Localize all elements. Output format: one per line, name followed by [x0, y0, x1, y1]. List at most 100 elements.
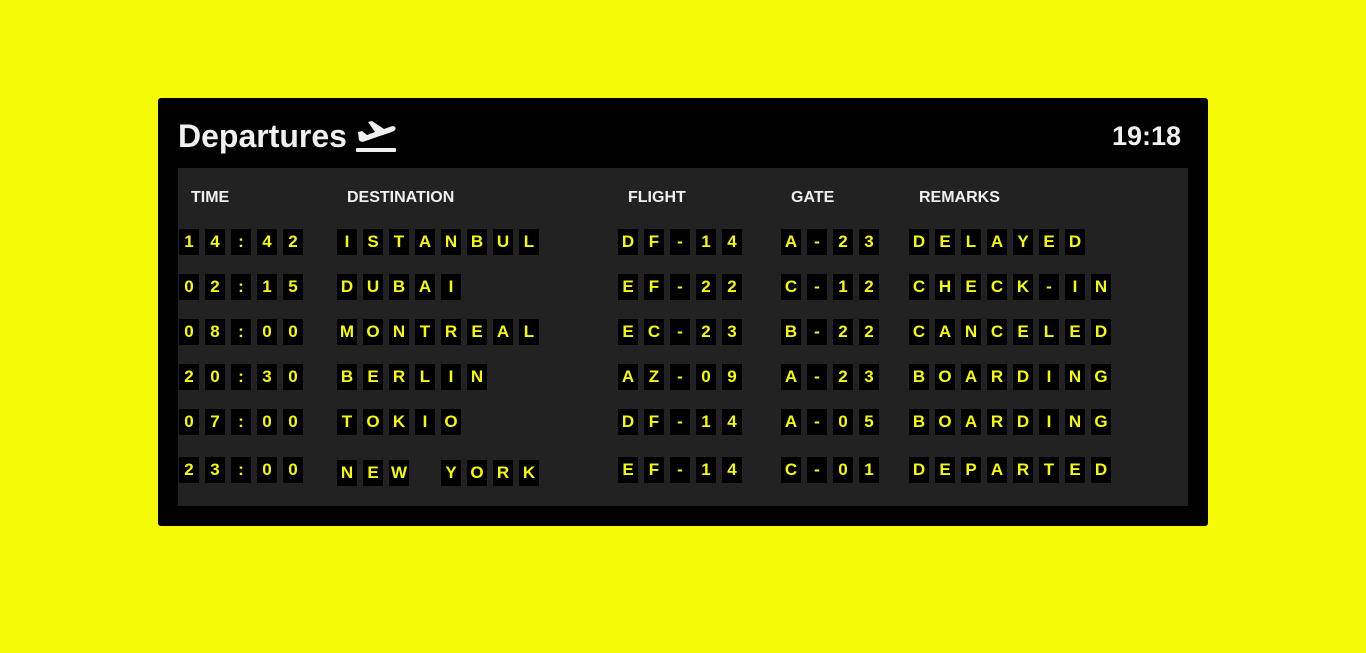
flap-character: -: [670, 409, 690, 435]
flap-character: -: [1039, 274, 1059, 300]
flap-character: I: [1039, 409, 1059, 435]
flap-character: I: [1065, 274, 1085, 300]
flap-character: F: [644, 274, 664, 300]
flap-character: E: [363, 460, 383, 486]
flap-character: T: [1039, 457, 1059, 483]
flap-character: B: [909, 364, 929, 390]
flap-character: E: [935, 229, 955, 255]
flap-character: 0: [179, 274, 199, 300]
flap-character: C: [781, 457, 801, 483]
flap-character: 4: [722, 409, 742, 435]
flap-character: U: [493, 229, 513, 255]
flap-character: 4: [257, 229, 277, 255]
flap-character: 2: [833, 319, 853, 345]
flap-character: 4: [722, 457, 742, 483]
flap-character: 4: [205, 229, 225, 255]
flap-character: A: [618, 364, 638, 390]
column-header-time: TIME: [191, 189, 230, 206]
flap-character: 3: [205, 457, 225, 483]
column-header-destination: DESTINATION: [347, 189, 455, 206]
flap-character: 3: [722, 319, 742, 345]
flap-character: 0: [179, 319, 199, 345]
flap-character: P: [961, 457, 981, 483]
flap-character: F: [644, 229, 664, 255]
flap-character: :: [231, 457, 251, 483]
flap-character: C: [781, 274, 801, 300]
flap-character: -: [807, 457, 827, 483]
flap-character: 2: [722, 274, 742, 300]
flap-character: T: [337, 409, 357, 435]
flap-character: Z: [644, 364, 664, 390]
flap-character: E: [1039, 229, 1059, 255]
flap-character: B: [467, 229, 487, 255]
flap-character: N: [441, 229, 461, 255]
flap-character: R: [441, 319, 461, 345]
flap-character: A: [935, 319, 955, 345]
flap-character: F: [644, 457, 664, 483]
flap-character: K: [1013, 274, 1033, 300]
flap-character: C: [909, 319, 929, 345]
flap-character: I: [415, 409, 435, 435]
flap-character: H: [935, 274, 955, 300]
flap-character: -: [670, 274, 690, 300]
flap-character: R: [1013, 457, 1033, 483]
flap-character: O: [467, 460, 487, 486]
flap-character: D: [618, 409, 638, 435]
flap-character: R: [987, 364, 1007, 390]
flap-character: E: [935, 457, 955, 483]
flap-character: L: [961, 229, 981, 255]
flap-character: 2: [179, 457, 199, 483]
flap-character: R: [389, 364, 409, 390]
flap-character: :: [231, 229, 251, 255]
flap-character: N: [961, 319, 981, 345]
flap-character: N: [337, 460, 357, 486]
flap-character: 0: [833, 409, 853, 435]
flap-character: 5: [859, 409, 879, 435]
flap-character: E: [1065, 319, 1085, 345]
flap-character: T: [415, 319, 435, 345]
departures-board: Departures 19:18 TIME DESTINATION FLIGHT…: [158, 98, 1208, 526]
flap-character: E: [1065, 457, 1085, 483]
flap-character: O: [935, 409, 955, 435]
flap-character: -: [807, 409, 827, 435]
flap-character: A: [987, 457, 1007, 483]
flap-character: D: [1013, 409, 1033, 435]
flap-character: A: [961, 409, 981, 435]
flap-character: A: [781, 229, 801, 255]
column-header-flight: FLIGHT: [628, 189, 686, 206]
flap-character: 4: [722, 229, 742, 255]
flap-character: A: [781, 409, 801, 435]
flap-character: :: [231, 319, 251, 345]
flap-character: -: [807, 274, 827, 300]
flap-character: 2: [833, 229, 853, 255]
column-header-gate: GATE: [791, 189, 835, 206]
flap-character: D: [618, 229, 638, 255]
flap-character: S: [363, 229, 383, 255]
flap-character: 3: [859, 364, 879, 390]
flap-character: 8: [205, 319, 225, 345]
flap-character: -: [670, 229, 690, 255]
flap-character: B: [389, 274, 409, 300]
flap-character: 5: [283, 274, 303, 300]
flap-character: O: [363, 409, 383, 435]
flap-character: -: [670, 319, 690, 345]
flap-character: E: [1013, 319, 1033, 345]
flap-character: B: [781, 319, 801, 345]
flap-character: -: [807, 319, 827, 345]
flap-character: W: [389, 460, 409, 486]
flap-character: -: [807, 364, 827, 390]
flap-character: 2: [696, 274, 716, 300]
flap-character: A: [961, 364, 981, 390]
flap-character: A: [781, 364, 801, 390]
flap-character: A: [415, 229, 435, 255]
flap-character: G: [1091, 409, 1111, 435]
flap-character: 1: [179, 229, 199, 255]
flap-character: 0: [179, 409, 199, 435]
flap-character: 2: [859, 274, 879, 300]
flap-character: D: [1065, 229, 1085, 255]
flap-character: 7: [205, 409, 225, 435]
flap-character: C: [987, 274, 1007, 300]
flap-character: D: [909, 457, 929, 483]
flap-character: A: [987, 229, 1007, 255]
flap-character: :: [231, 274, 251, 300]
